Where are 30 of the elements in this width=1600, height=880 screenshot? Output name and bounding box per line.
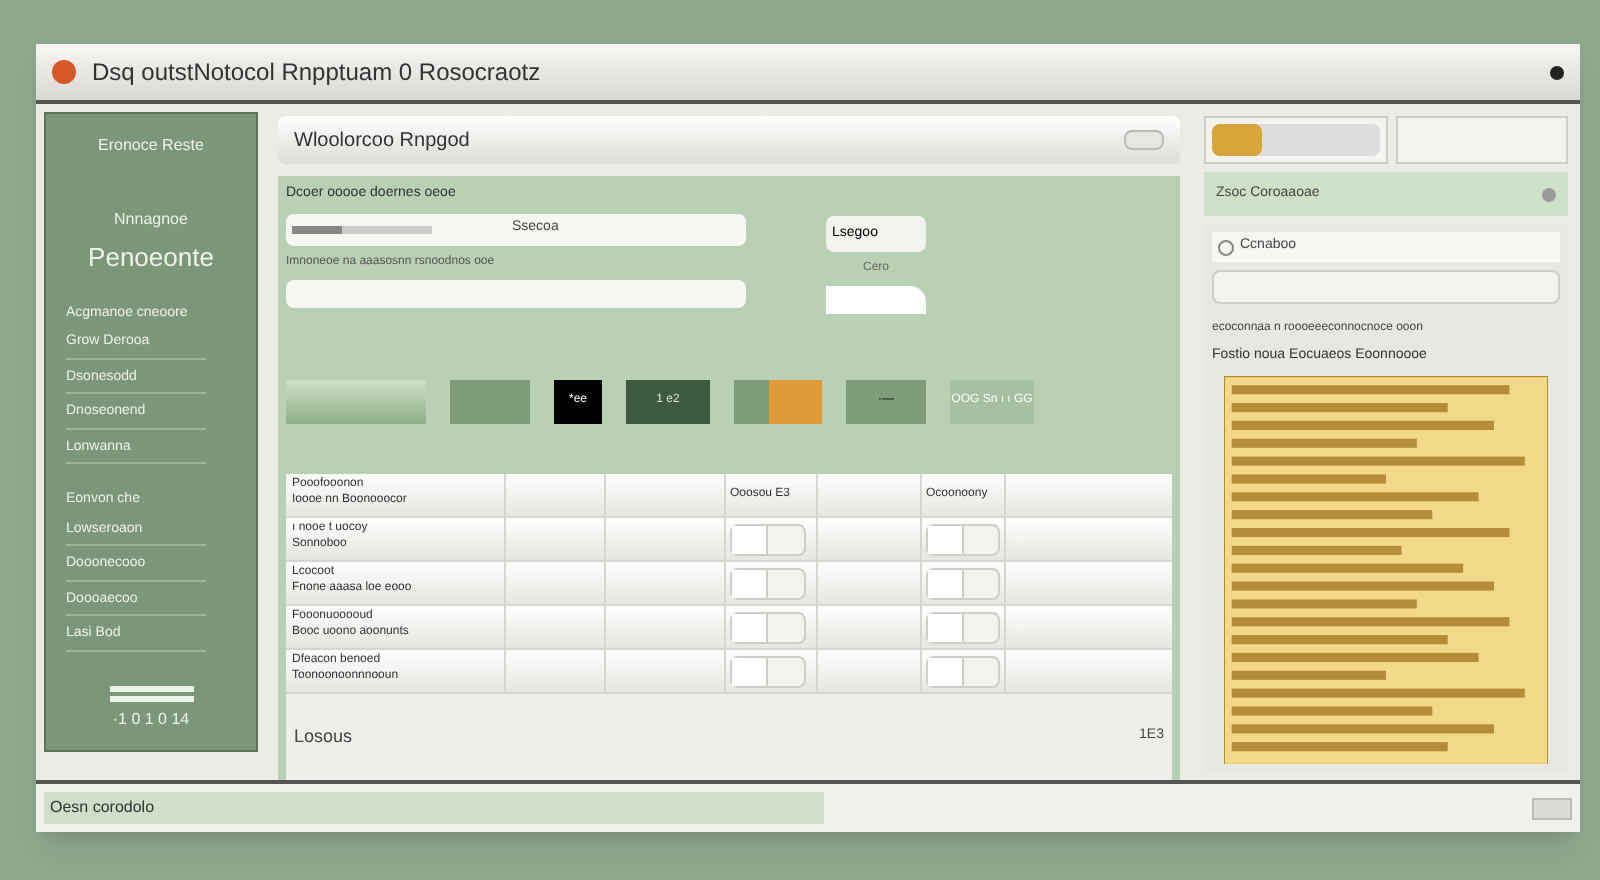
blank-button[interactable] [826, 286, 926, 314]
split-control[interactable] [926, 611, 1000, 643]
lines-icon [109, 685, 193, 701]
status-button[interactable] [1532, 797, 1572, 819]
input-field[interactable] [286, 279, 746, 307]
split-control[interactable] [730, 611, 806, 643]
split-control[interactable] [730, 655, 806, 687]
input-field[interactable] [1212, 270, 1560, 304]
app-icon [52, 60, 76, 84]
color-tile[interactable] [450, 380, 530, 424]
status-text: Oesn corodolo [48, 796, 157, 820]
table-footer-label: Losous [294, 723, 353, 750]
window-title: Dsq outstNotocol Rnpptuam 0 Rosocraotz [92, 56, 541, 90]
color-tile[interactable] [734, 380, 822, 424]
sidebar-heading: Penoeonte [88, 240, 214, 276]
split-control[interactable] [926, 567, 1000, 599]
meter-button[interactable] [1204, 116, 1388, 164]
split-control[interactable] [730, 567, 806, 599]
blank-button[interactable] [1396, 116, 1568, 164]
split-control[interactable] [926, 523, 1000, 555]
close-icon[interactable] [1550, 65, 1564, 79]
radio-button[interactable] [1218, 239, 1234, 255]
minimize-button[interactable] [1124, 130, 1164, 150]
sidebar-header: Eronoce Reste [98, 134, 204, 158]
sidebar-footer: ·1 0 1 0 14 [112, 707, 190, 731]
sidebar-subtitle: Nnnagnoe [114, 208, 188, 232]
split-control[interactable] [926, 655, 1000, 687]
page-title: Wloolorcoo Rnpgod [294, 127, 470, 155]
split-control[interactable] [730, 523, 806, 555]
color-tile[interactable] [286, 380, 426, 424]
